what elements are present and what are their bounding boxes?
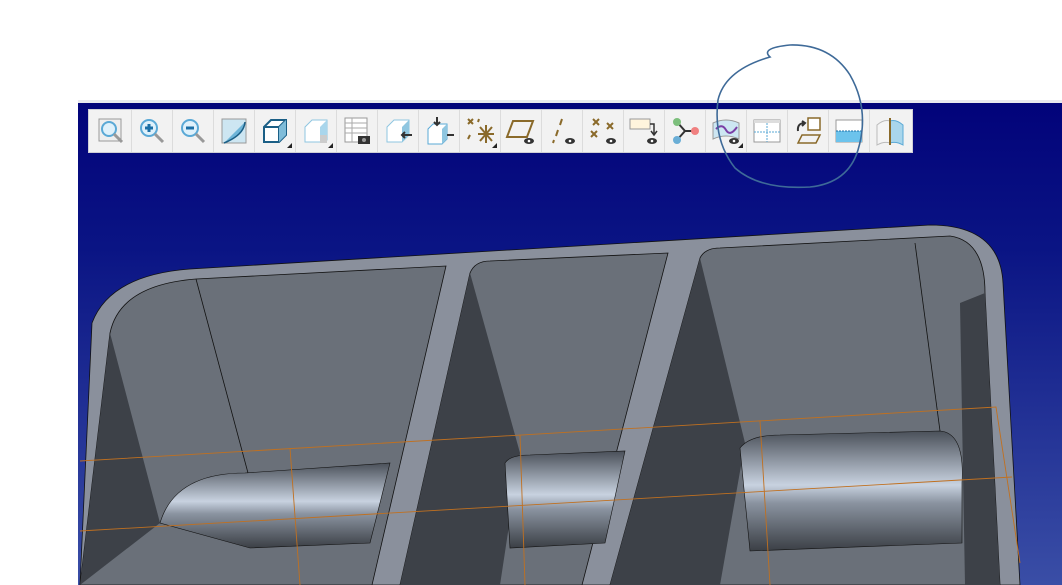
view-manager-icon: [344, 117, 370, 144]
zoom-in-icon: [140, 119, 165, 144]
orient-view-icon: [427, 117, 454, 145]
saved-views-button[interactable]: [296, 110, 337, 152]
axis-display-button[interactable]: [542, 110, 583, 152]
refit-icon: [98, 118, 124, 144]
repaint-button[interactable]: [214, 110, 255, 152]
section-view-icon: [753, 119, 781, 143]
display-style-button[interactable]: [255, 110, 296, 152]
zoom-out-button[interactable]: [173, 110, 214, 152]
plane-display-icon: [505, 120, 535, 144]
perspective-view-icon: [386, 119, 412, 143]
datum-display-filters-button[interactable]: [460, 110, 501, 152]
annotation-display-icon: [629, 118, 658, 144]
refit-button[interactable]: [91, 110, 132, 152]
view-manager-button[interactable]: [337, 110, 378, 152]
point-display-button[interactable]: [583, 110, 624, 152]
repaint-icon: [221, 118, 247, 144]
annotation-display-button[interactable]: [624, 110, 665, 152]
perspective-view-button[interactable]: [378, 110, 419, 152]
surface-display-button[interactable]: [870, 110, 910, 152]
graphics-window[interactable]: [78, 100, 1062, 585]
flyout-arrow-icon[interactable]: [492, 143, 497, 148]
zoom-in-button[interactable]: [132, 110, 173, 152]
cutaway-view-button[interactable]: [829, 110, 870, 152]
part-model[interactable]: [78, 103, 1062, 585]
surface-display-icon: [876, 118, 904, 146]
orient-view-button[interactable]: [419, 110, 460, 152]
section-view-button[interactable]: [747, 110, 788, 152]
flyout-arrow-icon[interactable]: [287, 143, 292, 148]
point-display-icon: [590, 118, 616, 144]
curve-display-button[interactable]: [706, 110, 747, 152]
cutaway-view-icon: [835, 119, 863, 143]
zoom-out-icon: [181, 119, 206, 144]
csys-display-button[interactable]: [788, 110, 829, 152]
flyout-arrow-icon[interactable]: [738, 143, 743, 148]
view-toolbar: [88, 109, 913, 153]
axis-display-icon: [552, 118, 575, 144]
flyout-arrow-icon[interactable]: [328, 143, 333, 148]
plane-display-button[interactable]: [501, 110, 542, 152]
csys-display-icon: [796, 117, 822, 144]
spin-center-icon: [673, 118, 699, 144]
spin-center-button[interactable]: [665, 110, 706, 152]
